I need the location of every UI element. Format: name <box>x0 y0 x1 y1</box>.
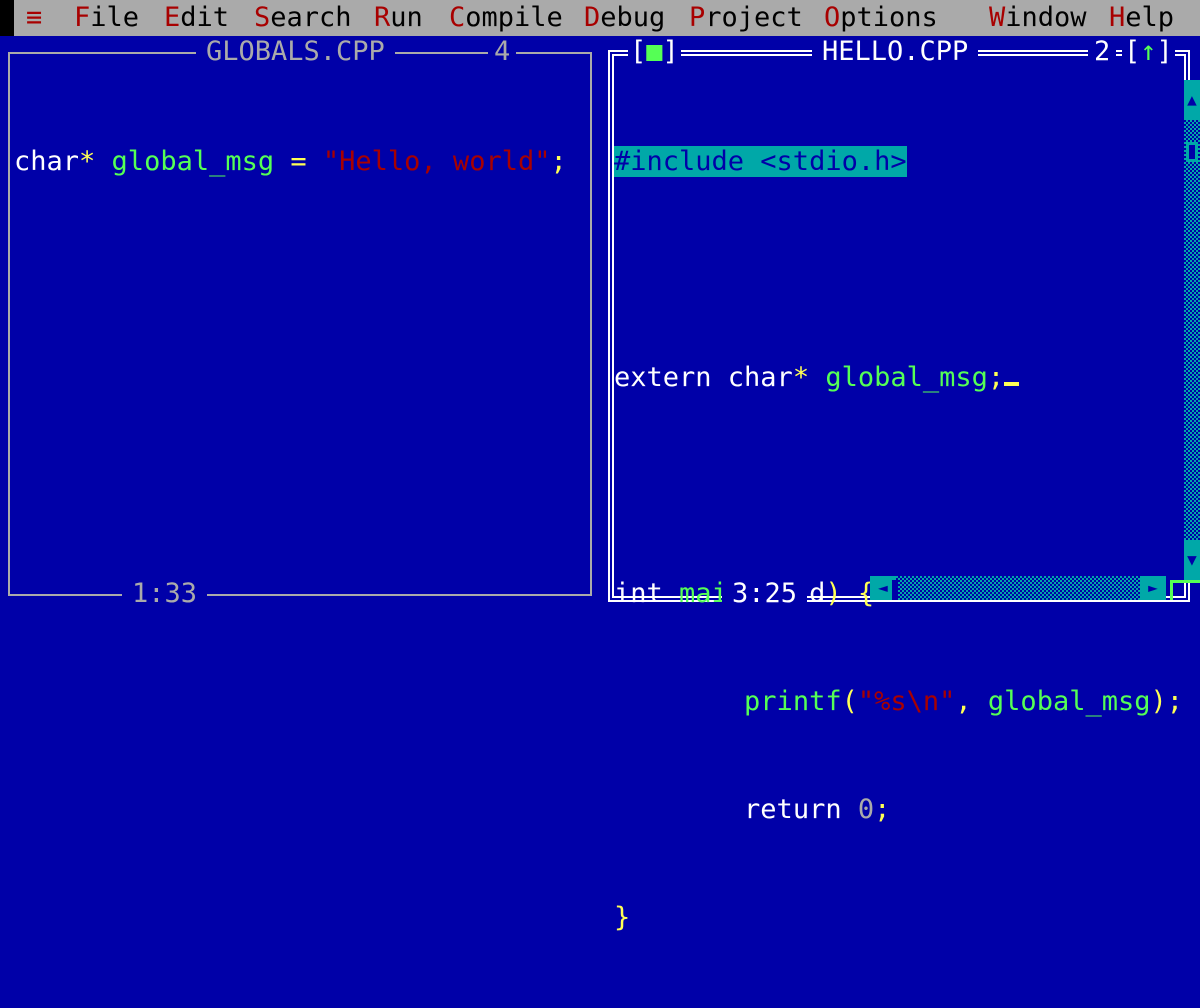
zoom-button[interactable]: [↑] <box>1122 36 1175 68</box>
code-area[interactable]: #include <stdio.h> extern char* global_m… <box>614 72 1183 1008</box>
menu-label: dit <box>180 2 230 33</box>
scroll-thumb-inner <box>1189 145 1195 159</box>
window-title[interactable]: GLOBALS.CPP <box>196 36 395 68</box>
code-area[interactable]: char* global_msg = "Hello, world"; <box>14 72 567 252</box>
menu-label: roject <box>705 2 803 33</box>
menu-hotkey: S <box>254 2 271 33</box>
identifier: global_msg <box>809 362 988 393</box>
code-line: char* global_msg = "Hello, world"; <box>14 144 567 180</box>
keyword: return <box>744 794 858 825</box>
code-line: extern char* global_msg; <box>614 360 1183 396</box>
close-button[interactable]: [■] <box>628 36 681 68</box>
preprocessor-directive: #include <stdio.h> <box>614 146 907 177</box>
scroll-up-icon[interactable]: ▲ <box>1184 80 1200 120</box>
vertical-scrollbar[interactable]: ▲ ▼ <box>1184 80 1200 580</box>
keyword: extern char <box>614 362 793 393</box>
symbol: ; <box>987 362 1005 393</box>
menu-hotkey: O <box>824 2 841 33</box>
menu-label: ebug <box>600 2 666 33</box>
menu-hotkey: H <box>1109 2 1126 33</box>
operator: * <box>79 146 96 177</box>
code-line: #include <stdio.h> <box>614 144 1183 180</box>
menu-edit[interactable]: Edit <box>164 0 229 36</box>
keyword: char <box>14 146 80 177</box>
menu-search[interactable]: Search <box>254 0 352 36</box>
symbol: ; <box>874 794 891 825</box>
menu-label: elp <box>1125 2 1175 33</box>
string-literal: "Hello, world" <box>322 146 551 177</box>
scroll-right-icon[interactable]: ► <box>1140 576 1166 600</box>
menu-bar: ≡ File Edit Search Run Compile Debug Pro… <box>0 0 1200 36</box>
menu-hotkey: C <box>449 2 466 33</box>
menu-options[interactable]: Options <box>824 0 938 36</box>
string-literal: "%s\n" <box>857 686 956 717</box>
menu-hotkey: R <box>374 2 391 33</box>
menu-hotkey: P <box>689 2 706 33</box>
resize-handle[interactable] <box>1170 580 1200 600</box>
symbol: , <box>955 686 988 717</box>
menu-bar-edge <box>0 0 14 36</box>
scroll-down-icon[interactable]: ▼ <box>1184 540 1200 580</box>
menu-hotkey: D <box>584 2 601 33</box>
operator: * <box>792 362 810 393</box>
menu-project[interactable]: Project <box>689 0 803 36</box>
menu-hotkey: E <box>164 2 181 33</box>
symbol: ) <box>825 578 842 609</box>
code-line: return 0; <box>614 792 1183 828</box>
symbol: ( <box>841 686 858 717</box>
menu-hotkey: W <box>989 2 1006 33</box>
scroll-thumb[interactable] <box>1186 142 1198 162</box>
horizontal-scrollbar[interactable]: ◄ ► <box>870 576 1166 600</box>
menu-window[interactable]: Window <box>989 0 1087 36</box>
cursor-position: 3:25 <box>722 578 808 610</box>
menu-label: un <box>390 2 423 33</box>
identifier: global_msg <box>95 146 275 177</box>
number-literal: 0 <box>857 794 875 825</box>
identifier: printf <box>744 686 842 717</box>
menu-label: indow <box>1005 2 1087 33</box>
identifier: global_msg <box>987 686 1151 717</box>
scroll-thumb[interactable] <box>892 580 898 600</box>
text-cursor <box>1004 382 1020 386</box>
menu-file[interactable]: File <box>74 0 139 36</box>
menu-compile[interactable]: Compile <box>449 0 563 36</box>
code-line: printf("%s\n", global_msg); <box>614 684 1183 720</box>
operator: = <box>274 146 323 177</box>
menu-label: ompile <box>465 2 563 33</box>
editor-window-globals[interactable]: GLOBALS.CPP 4 char* global_msg = "Hello,… <box>0 36 600 610</box>
menu-help[interactable]: Help <box>1109 0 1174 36</box>
menu-hotkey: F <box>74 2 91 33</box>
editor-window-hello[interactable]: [■] HELLO.CPP 2 [↑] #include <stdio.h> e… <box>600 36 1200 933</box>
window-title[interactable]: HELLO.CPP <box>812 36 979 68</box>
menu-debug[interactable]: Debug <box>584 0 665 36</box>
menu-label: ptions <box>840 2 938 33</box>
window-number: 4 <box>488 36 517 68</box>
close-icon: ■ <box>646 36 663 67</box>
window-number: 2 <box>1088 36 1117 68</box>
cursor-position: 1:33 <box>122 578 208 610</box>
menu-label: ile <box>90 2 140 33</box>
symbol: ); <box>1150 686 1183 717</box>
keyword: int <box>614 578 680 609</box>
system-menu-icon[interactable]: ≡ <box>26 0 42 36</box>
code-line: } <box>614 900 1183 936</box>
symbol: } <box>614 902 631 933</box>
menu-label: earch <box>270 2 352 33</box>
menu-run[interactable]: Run <box>374 0 423 36</box>
arrow-up-icon: ↑ <box>1140 36 1157 67</box>
symbol: ; <box>550 146 567 177</box>
